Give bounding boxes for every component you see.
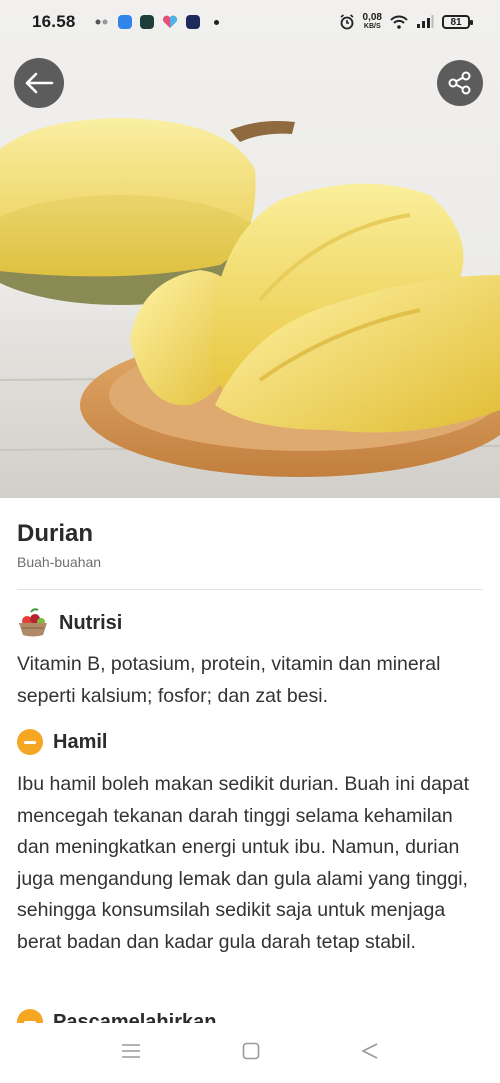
minus-circle-icon [17, 1009, 43, 1023]
app-icon [185, 15, 200, 29]
battery-level: 81 [450, 16, 462, 28]
notification-icon [95, 19, 108, 25]
food-photo [0, 0, 500, 498]
minus-circle-icon [17, 729, 43, 755]
section-pascamelahirkan-title: Pascamelahirkan [53, 1010, 217, 1024]
app-icon [162, 15, 177, 28]
fruit-basket-icon [19, 608, 47, 637]
status-time: 16.58 [32, 12, 76, 31]
durian-photo-illustration [0, 118, 500, 498]
back-button[interactable] [14, 58, 64, 108]
network-speed: 0,08 KB/S [363, 13, 382, 31]
menu-button[interactable] [121, 1043, 141, 1064]
alarm-icon [340, 14, 354, 30]
section-nutrisi-text: Vitamin B, potasium, protein, vitamin da… [17, 653, 441, 707]
section-hamil-header: Hamil [17, 729, 107, 755]
share-button[interactable] [437, 60, 483, 106]
app-icon [139, 15, 154, 29]
divider [17, 589, 483, 590]
status-bar: 16.58 0,08 KB/S 81 [0, 0, 500, 44]
section-hamil-title: Hamil [53, 730, 108, 753]
app-icon [117, 15, 132, 29]
section-nutrisi-header: Nutrisi [17, 608, 122, 638]
network-speed-value: 0,08 [362, 12, 382, 23]
back-triangle-icon [362, 1042, 378, 1059]
arrow-left-icon [25, 72, 54, 94]
food-title: Durian [17, 520, 94, 547]
network-speed-unit: KB/S [363, 23, 381, 30]
section-pascamelahirkan-header: Pascamelahirkan [17, 1009, 216, 1023]
more-notifications-dot [213, 19, 219, 25]
back-nav-button[interactable] [361, 1042, 379, 1065]
home-icon [242, 1042, 260, 1059]
wifi-icon [390, 15, 408, 29]
signal-icon [417, 15, 434, 28]
battery-icon: 81 [442, 15, 473, 29]
section-nutrisi-title: Nutrisi [59, 611, 123, 634]
food-category: Buah-buahan [17, 554, 102, 570]
section-hamil-text: Ibu hamil boleh makan sedikit durian. Bu… [17, 773, 470, 953]
home-button[interactable] [242, 1042, 260, 1065]
share-icon [448, 71, 471, 95]
food-detail: Durian Buah-buahan Nutrisi Vitamin B, po… [0, 498, 500, 1023]
system-nav-bar [0, 1023, 500, 1083]
menu-icon [121, 1043, 140, 1058]
